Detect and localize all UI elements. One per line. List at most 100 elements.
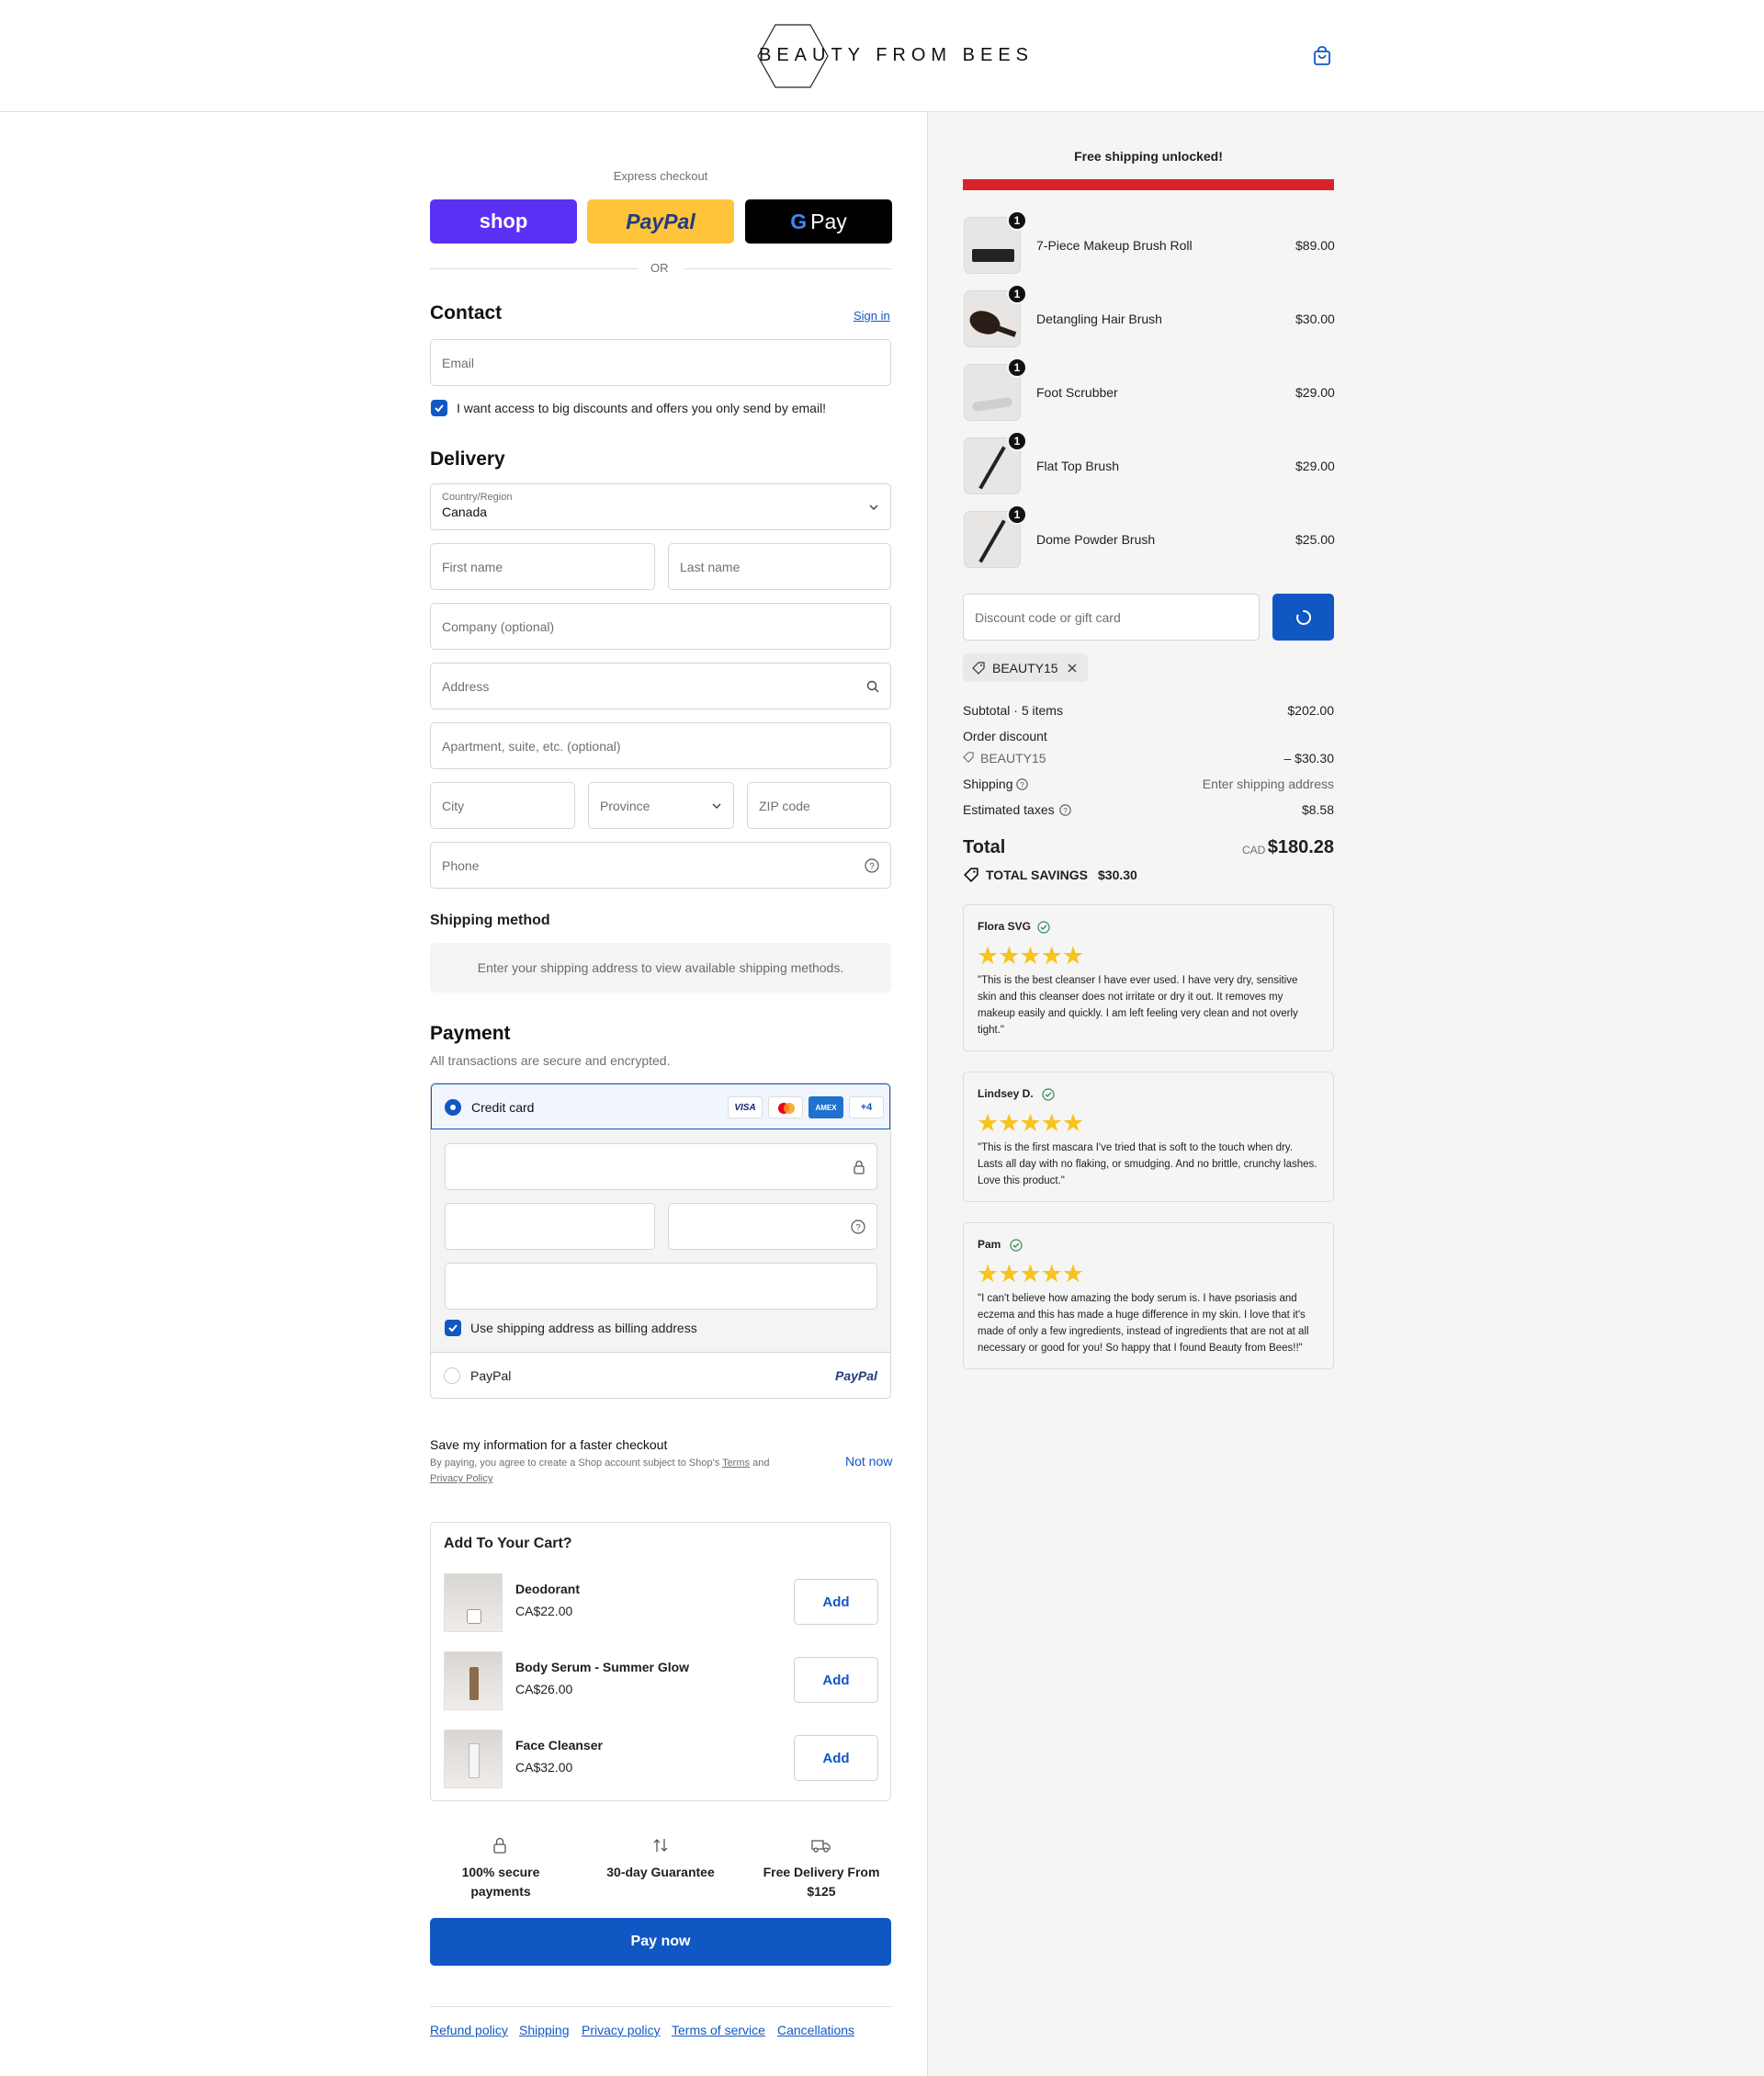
deodorant-image [444,1573,503,1632]
trust-label: Free Delivery From [763,1865,880,1879]
terms-of-service-link[interactable]: Terms of service [672,2023,765,2037]
amex-icon: AMEX [808,1096,843,1118]
order-discount-label: Order discount [963,729,1047,743]
province-placeholder: Province [600,798,650,813]
upsell-item-name: Face Cleanser [515,1738,603,1753]
item-price: $30.00 [1295,312,1335,326]
paypal-option[interactable]: PayPal PayPal [431,1352,890,1398]
payment-subtitle: All transactions are secure and encrypte… [430,1053,671,1068]
credit-card-option[interactable]: Credit card VISA AMEX +4 [431,1083,890,1129]
last-name-placeholder: Last name [680,559,741,574]
lock-icon [493,1837,506,1854]
reviewer-name: Lindsey D. [978,1087,1034,1100]
subtotal-value: $202.00 [1287,703,1334,718]
zip-field[interactable]: ZIP code [747,782,891,829]
email-field[interactable]: Email [430,339,891,386]
verified-check-icon [1037,921,1050,934]
site-header: BEAUTY FROM BEES [0,0,1764,112]
quantity-badge: 1 [1007,431,1027,451]
pay-now-button[interactable]: Pay now [430,1918,891,1966]
taxes-label: Estimated taxes [963,802,1055,817]
svg-text:?: ? [1063,807,1068,815]
billing-same-checkbox[interactable] [445,1320,461,1336]
free-shipping-message: Free shipping unlocked! [1074,149,1223,164]
free-shipping-progress-bar [963,179,1334,190]
phone-field[interactable]: Phone ? [430,842,891,889]
company-field[interactable]: Company (optional) [430,603,891,650]
quantity-badge: 1 [1007,505,1027,525]
exchange-arrows-icon [653,1839,668,1852]
brand-name[interactable]: BEAUTY FROM BEES [759,45,1034,66]
secure-payments-badge: 100% secure payments [430,1863,571,1901]
help-circle-icon[interactable]: ? [865,857,879,873]
reviewer-name: Pam [978,1238,1001,1251]
svg-text:?: ? [869,862,875,872]
privacy-policy-footer-link[interactable]: Privacy policy [582,2023,661,2037]
refund-policy-link[interactable]: Refund policy [430,2023,508,2037]
item-price: $25.00 [1295,532,1335,547]
credit-card-label: Credit card [471,1100,535,1115]
footer-divider [430,2006,891,2007]
shipping-policy-link[interactable]: Shipping [519,2023,570,2037]
apartment-field[interactable]: Apartment, suite, etc. (optional) [430,722,891,769]
phone-placeholder: Phone [442,857,480,873]
help-circle-icon[interactable]: ? [1059,804,1071,816]
address-placeholder: Address [442,678,490,694]
google-pay-button[interactable]: G Pay [745,199,892,244]
terms-link[interactable]: Terms [722,1458,750,1469]
total-savings-label: TOTAL SAVINGS [986,868,1088,882]
close-icon[interactable] [1067,663,1078,674]
chevron-down-icon [869,504,878,510]
upsell-item-price: CA$22.00 [515,1604,573,1618]
free-delivery-badge: Free Delivery From $125 [746,1863,897,1901]
country-select[interactable]: Country/Region Canada [430,483,891,530]
upsell-item-price: CA$26.00 [515,1682,573,1696]
help-circle-icon[interactable]: ? [1016,778,1028,790]
apply-discount-button[interactable] [1272,594,1334,641]
credit-card-radio[interactable] [445,1099,461,1116]
paypal-logo: PayPal [626,209,695,233]
help-circle-icon[interactable]: ? [851,1219,865,1234]
total-savings-value: $30.30 [1098,868,1137,882]
cancellations-link[interactable]: Cancellations [777,2023,854,2037]
province-select[interactable]: Province [588,782,734,829]
verified-check-icon [1042,1088,1055,1101]
card-name-field[interactable] [445,1263,877,1310]
card-cvv-field[interactable]: ? [668,1203,877,1250]
city-field[interactable]: City [430,782,575,829]
svg-text:?: ? [855,1223,861,1233]
upsell-item-name: Body Serum - Summer Glow [515,1660,690,1674]
shipping-method-notice-text: Enter your shipping address to view avai… [477,960,844,975]
add-body-serum-button[interactable]: Add [794,1657,878,1703]
delivery-truck-icon [811,1840,831,1853]
card-number-field[interactable] [445,1143,877,1190]
billing-same-label: Use shipping address as billing address [470,1321,697,1335]
mastercard-icon [768,1096,803,1118]
review-card: Pam ★★★★★ "I can't believe how amazing t… [963,1222,1334,1369]
shipping-label: Shipping [963,777,1013,791]
item-name: Detangling Hair Brush [1036,312,1162,326]
marketing-optin-checkbox[interactable] [431,400,447,416]
shopping-bag-icon[interactable] [1312,46,1332,66]
add-deodorant-button[interactable]: Add [794,1579,878,1625]
save-info-text: By paying, you agree to create a Shop ac… [430,1458,769,1469]
card-expiry-field[interactable] [445,1203,655,1250]
discount-code-field[interactable]: Discount code or gift card [963,594,1260,641]
paypal-express-button[interactable]: PayPal [587,199,734,244]
paypal-radio[interactable] [444,1367,460,1384]
tag-icon [963,752,974,763]
address-field[interactable]: Address [430,663,891,709]
loading-spinner-icon [1295,609,1311,625]
item-name: Flat Top Brush [1036,459,1120,473]
sign-in-link[interactable]: Sign in [854,309,890,323]
privacy-policy-link[interactable]: Privacy Policy [430,1473,492,1484]
last-name-field[interactable]: Last name [668,543,891,590]
upsell-item-price: CA$32.00 [515,1760,573,1775]
first-name-field[interactable]: First name [430,543,655,590]
shop-pay-button[interactable]: shop [430,199,577,244]
upsell-item-name: Deodorant [515,1582,580,1596]
review-card: Lindsey D. ★★★★★ "This is the first masc… [963,1072,1334,1202]
add-face-cleanser-button[interactable]: Add [794,1735,878,1781]
not-now-button[interactable]: Not now [845,1454,892,1469]
item-price: $89.00 [1295,238,1335,253]
